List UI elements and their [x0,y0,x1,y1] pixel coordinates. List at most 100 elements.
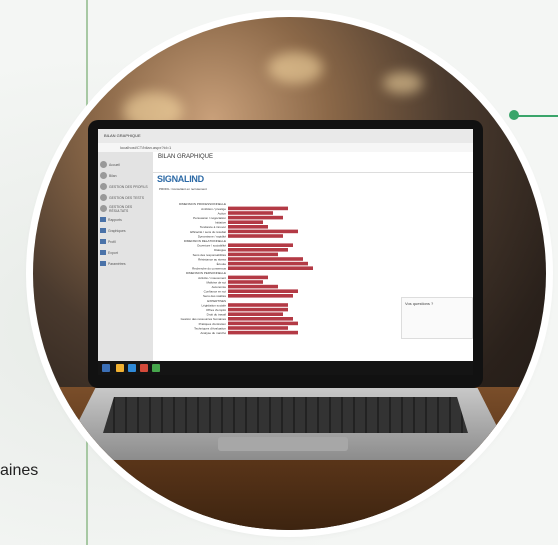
category-label: Initiative [215,221,226,225]
chart-bar [228,215,283,220]
sidebar-item-label: GESTION DES RÉSULTATS [109,204,133,213]
category-label: Offres d'emploi [206,308,226,312]
sidebar-item-icon [100,161,107,168]
category-label: Action [218,211,227,215]
chart-bar [228,266,313,270]
chart-bar [228,229,298,234]
bokeh-light [268,52,323,84]
chart-header: PROFIL: Consultant en recrutement [159,187,207,191]
chart-bar [228,234,283,238]
sidebar-item-icon [100,172,107,179]
sidebar-item-label: Paramètres [108,261,126,266]
sidebar-item-icon [100,261,106,266]
category-label: DIMENSION RELATIONNELLE [184,239,226,243]
folder-icon[interactable] [116,364,124,372]
laptop-screen: BILAN GRAPHIQUE localhost/CT/bilan.aspx?… [88,120,483,388]
category-label: Maîtrise de soi [206,280,226,284]
sidebar-item-label: GESTION DES TESTS [109,195,144,200]
category-label: Dynamisme / rapidité [198,234,227,238]
category-label: Ambition / prestige [201,207,226,211]
category-label: Tendance à innover [200,225,226,229]
category-label: Droit du travail [207,313,227,317]
sidebar-item[interactable]: GESTION DES RÉSULTATS [100,204,151,213]
chart-bar [228,312,283,316]
sidebar-item-label: GESTION DES PROFILS [109,184,148,189]
sidebar-item[interactable]: Bilan [100,171,151,180]
chart-bar [228,275,268,280]
browser-tab-bar: BILAN GRAPHIQUE [98,129,473,143]
right-panel-label: Vos questions ? [405,301,434,306]
touchpad [218,437,348,451]
chart-bar [228,317,293,321]
sidebar-item-label: Profil [108,239,116,244]
sidebar-item-icon [100,239,106,244]
sidebar-item[interactable]: GESTION DES TESTS [100,193,151,202]
category-label: Écoute [217,261,227,266]
sidebar-item-icon [100,183,107,190]
category-label: Efficacité / sens du résultat [190,230,226,234]
chart-bar [228,206,288,211]
category-label: Autonomie [212,285,227,289]
toolbar [153,162,473,173]
sidebar-item[interactable]: Paramètres [100,259,151,268]
category-label: EXPERTISES [207,299,226,303]
chart-bar [228,326,288,330]
sidebar-item[interactable]: Profil [100,237,151,246]
sidebar-item[interactable]: Export [100,248,151,257]
app-sidebar: Accueil Bilan GESTION DES PROFILS GESTION D… [98,152,153,361]
sidebar-item-label: Graphiques [108,228,126,233]
bokeh-light [383,72,423,94]
chart-bar [228,330,298,335]
sidebar-item[interactable]: GESTION DES PROFILS [100,182,151,191]
sidebar-item[interactable]: Accueil [100,160,151,169]
category-label: DIMENSION PERSONNELLE [186,271,226,275]
category-label: DIMENSION PROFESSIONNELLE [179,202,226,206]
sidebar-item-icon [100,250,106,255]
app-icon[interactable] [140,364,148,372]
sidebar-item-label: Accueil [109,162,120,167]
chart-bar [228,225,268,229]
chart-bar [228,248,288,252]
category-label: Résistance au stress [198,257,226,261]
category-label: Dialogue [214,248,226,252]
right-panel: Vos questions ? [401,297,473,339]
start-icon[interactable] [102,364,110,372]
chart-bar [228,280,263,284]
browser-icon[interactable] [128,364,136,372]
browser-tab-title[interactable]: BILAN GRAPHIQUE [104,133,141,138]
chart-bar [228,257,303,261]
url-text[interactable]: localhost/CT/bilan.aspx?id=1 [120,145,171,150]
category-label: Ouverture / sociabilité [197,244,226,248]
chart-bar [228,303,288,307]
profile-bar-chart: DIMENSION PROFESSIONNELLEAmbition / pres… [179,202,313,335]
category-label: Pratiques d'entretien [199,322,227,326]
category-label: Confiance en soi [204,290,227,294]
sidebar-item[interactable]: Rapports [100,215,151,224]
chart-bar [228,243,293,247]
sidebar-item-icon [100,228,106,233]
sidebar-item-icon [100,194,107,201]
category-label: Législation sociale [201,303,226,307]
sidebar-item-label: Rapports [108,217,122,222]
page-title: BILAN GRAPHIQUE [158,154,214,160]
keyboard [103,397,468,433]
category-label: Recherche du consensus [192,267,226,271]
chart-bar [228,252,278,257]
chart-bar [228,261,308,266]
connector-line [516,115,558,117]
chart-bar [228,307,288,312]
category-label: Sens des responsabilités [193,253,227,257]
sidebar-item[interactable]: Graphiques [100,226,151,235]
chart-bar [228,211,273,215]
chart-bar [228,284,278,289]
sidebar-item-label: Export [108,250,118,255]
chart-bar [228,220,263,224]
chart-bar [228,289,298,293]
sidebar-item-label: Bilan [109,173,117,178]
brand-logo: SIGNALIND [157,174,204,184]
sidebar-item-icon [100,205,107,212]
screen-display: BILAN GRAPHIQUE localhost/CT/bilan.aspx?… [98,129,473,375]
chart-bar [228,294,293,298]
main-content: BILAN GRAPHIQUE SIGNALIND PROFIL: Consul… [153,152,473,361]
excel-icon[interactable] [152,364,160,372]
